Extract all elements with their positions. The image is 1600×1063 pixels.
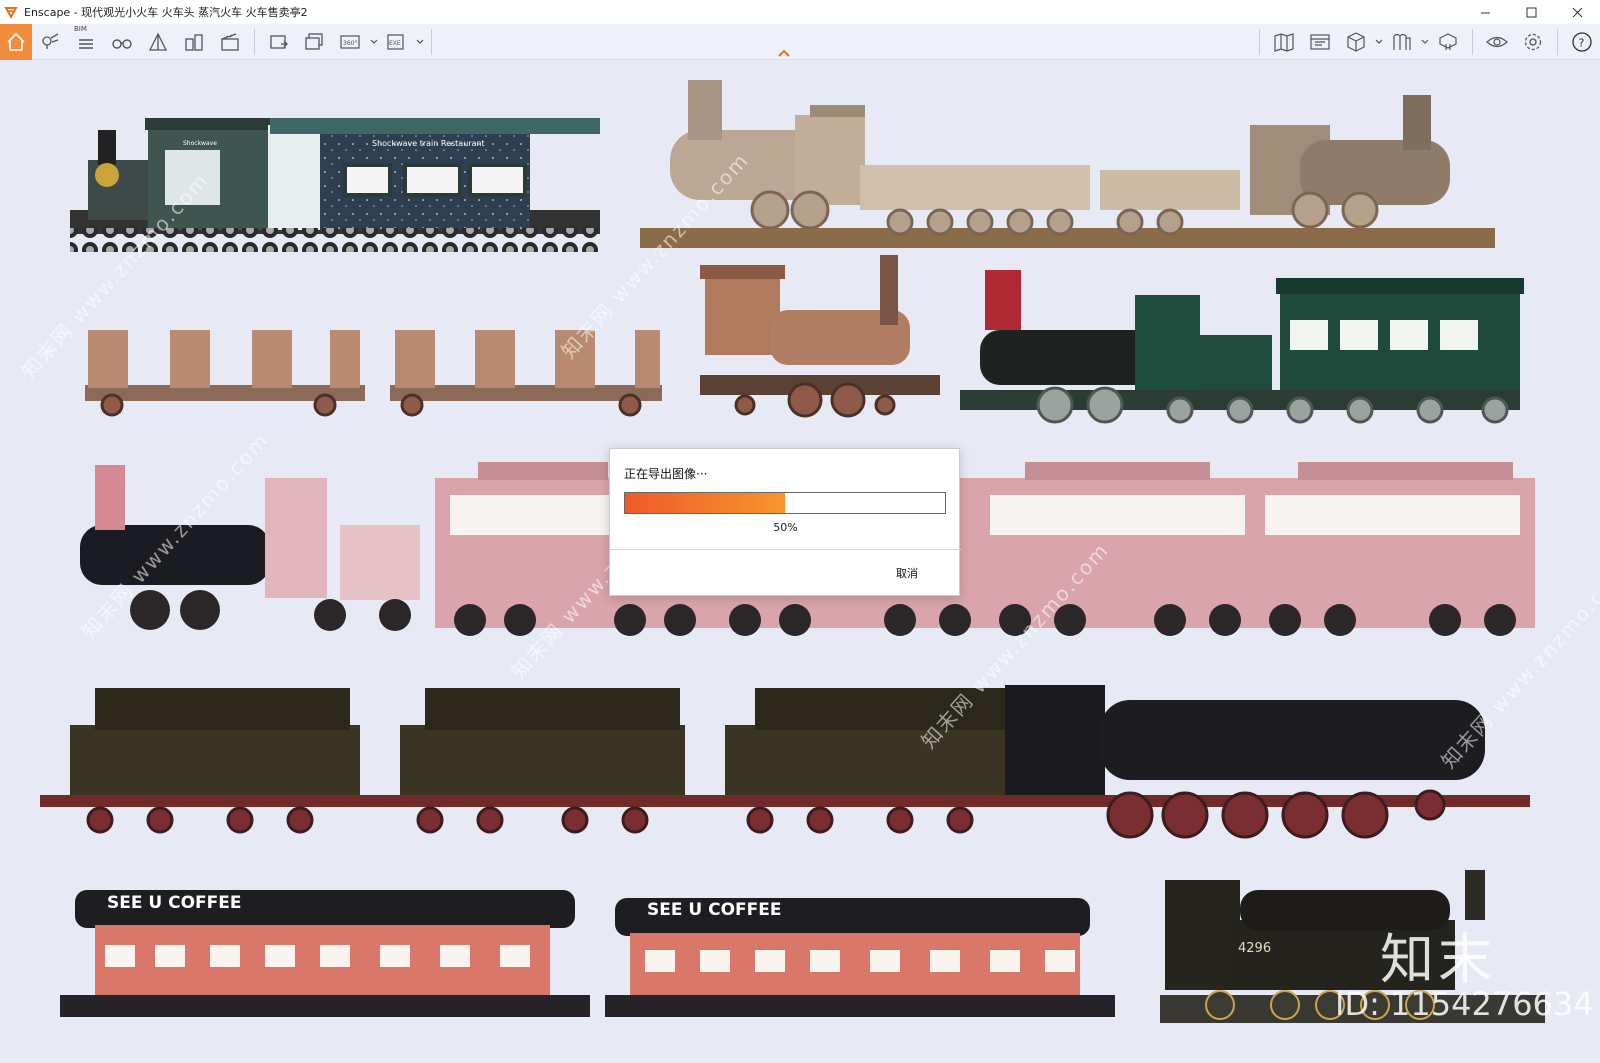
watermark-brand: 知末 (1380, 928, 1496, 991)
material-dropdown[interactable] (1374, 24, 1384, 60)
bim-button[interactable]: BIM (68, 24, 104, 60)
loco-number: 4296 (1238, 941, 1271, 956)
chevron-down-icon (1375, 39, 1383, 44)
toolbar-separator (431, 28, 432, 55)
black-steam-locomotive-model (40, 685, 1530, 839)
render-image-button[interactable] (261, 24, 297, 60)
main-toolbar: BIM 360° EXE ? (0, 23, 1600, 60)
watermark-id: ID: 1154276634 (1335, 985, 1594, 1023)
window-controls (1462, 0, 1600, 24)
progress-percent-label: 50% (773, 521, 798, 534)
restaurant-sign: Shockwave train Restaurant (372, 139, 485, 148)
site-context-button[interactable] (176, 24, 212, 60)
export-progress-dialog: 正在导出图像··· 50% 取消 (609, 448, 961, 596)
binoculars-icon (112, 38, 132, 49)
atlas-icon (1310, 34, 1330, 50)
cancel-button[interactable]: 取消 (896, 565, 918, 581)
clapperboard-icon (221, 32, 239, 51)
coffee-sign-1: SEE U COFFEE (107, 893, 242, 913)
chevron-down-icon (416, 39, 424, 44)
toolbar-separator (1557, 29, 1558, 55)
visual-settings-button[interactable] (1479, 24, 1515, 60)
minimize-icon (1480, 12, 1490, 13)
minimize-button[interactable] (1462, 0, 1508, 24)
library-dropdown[interactable] (1420, 24, 1430, 60)
brown-open-cars-train-model (85, 255, 940, 418)
atlas-button[interactable] (1302, 24, 1338, 60)
collaborate-button[interactable] (1430, 24, 1466, 60)
views-button[interactable] (32, 24, 68, 60)
material-button[interactable] (1338, 24, 1374, 60)
exe-label: EXE (389, 40, 401, 47)
panorama-360-icon: 360° (340, 34, 360, 49)
close-icon (1572, 7, 1582, 17)
export-dropdown[interactable] (415, 24, 425, 60)
title-bar: Enscape - 现代观光小火车 火车头 蒸汽火车 火车售卖亭2 (0, 0, 1600, 24)
bim-list-icon (79, 38, 93, 49)
cube-icon (1347, 32, 1365, 52)
asset-tent-icon (148, 32, 168, 51)
help-icon: ? (1572, 32, 1592, 52)
toolbar-separator (254, 28, 255, 55)
panorama-dropdown[interactable] (369, 24, 379, 60)
coffee-sign-2: SEE U COFFEE (647, 900, 782, 920)
map-icon (1274, 33, 1294, 52)
screenshot-icon (270, 34, 288, 49)
video-editor-button[interactable] (212, 24, 248, 60)
visual-eye-icon (1486, 36, 1508, 48)
coffee-carriage-models: SEE U COFFEE SEE U COFFEE (60, 890, 1115, 1017)
library-icon (1393, 33, 1411, 50)
toolbar-separator (1472, 29, 1473, 55)
maximize-icon (1526, 7, 1536, 17)
chevron-down-icon (370, 39, 378, 44)
green-gold-train-model (960, 270, 1524, 424)
close-button[interactable] (1554, 0, 1600, 24)
wooden-steam-train-model (640, 80, 1495, 248)
walk-mode-button[interactable] (104, 24, 140, 60)
batch-render-button[interactable] (297, 24, 333, 60)
dialog-divider (610, 549, 961, 550)
shockwave-sign: Shockwave (183, 140, 217, 147)
window-title: Enscape - 现代观光小火车 火车头 蒸汽火车 火车售卖亭2 (24, 6, 308, 19)
collaborate-icon (1439, 33, 1457, 50)
panorama-label: 360° (343, 40, 357, 47)
dialog-title: 正在导出图像··· (624, 467, 708, 481)
toolbar-separator (1259, 29, 1260, 55)
library-button[interactable] (1384, 24, 1420, 60)
chevron-down-icon (1421, 39, 1429, 44)
export-progress-bar (624, 492, 946, 514)
svg-text:?: ? (1579, 37, 1585, 50)
maximize-button[interactable] (1508, 0, 1554, 24)
enscape-logo-icon (4, 7, 18, 19)
progress-fill (625, 493, 785, 513)
asset-library-button[interactable] (140, 24, 176, 60)
settings-gear-icon (1524, 33, 1542, 51)
settings-button[interactable] (1515, 24, 1551, 60)
buildings-icon (185, 33, 203, 51)
bim-label: BIM (74, 24, 87, 33)
home-icon (7, 32, 25, 51)
toolbar-right-group: ? (1253, 24, 1600, 60)
batch-render-icon (305, 32, 323, 50)
export-exe-icon: EXE (387, 33, 404, 50)
map-pin-icon (42, 32, 59, 49)
export-exe-button[interactable]: EXE (379, 24, 415, 60)
help-button[interactable]: ? (1564, 24, 1600, 60)
home-button[interactable] (0, 23, 32, 60)
panorama-button[interactable]: 360° (333, 24, 369, 60)
map-button[interactable] (1266, 24, 1302, 60)
collapse-toolbar-chevron-up-icon[interactable] (777, 48, 791, 58)
